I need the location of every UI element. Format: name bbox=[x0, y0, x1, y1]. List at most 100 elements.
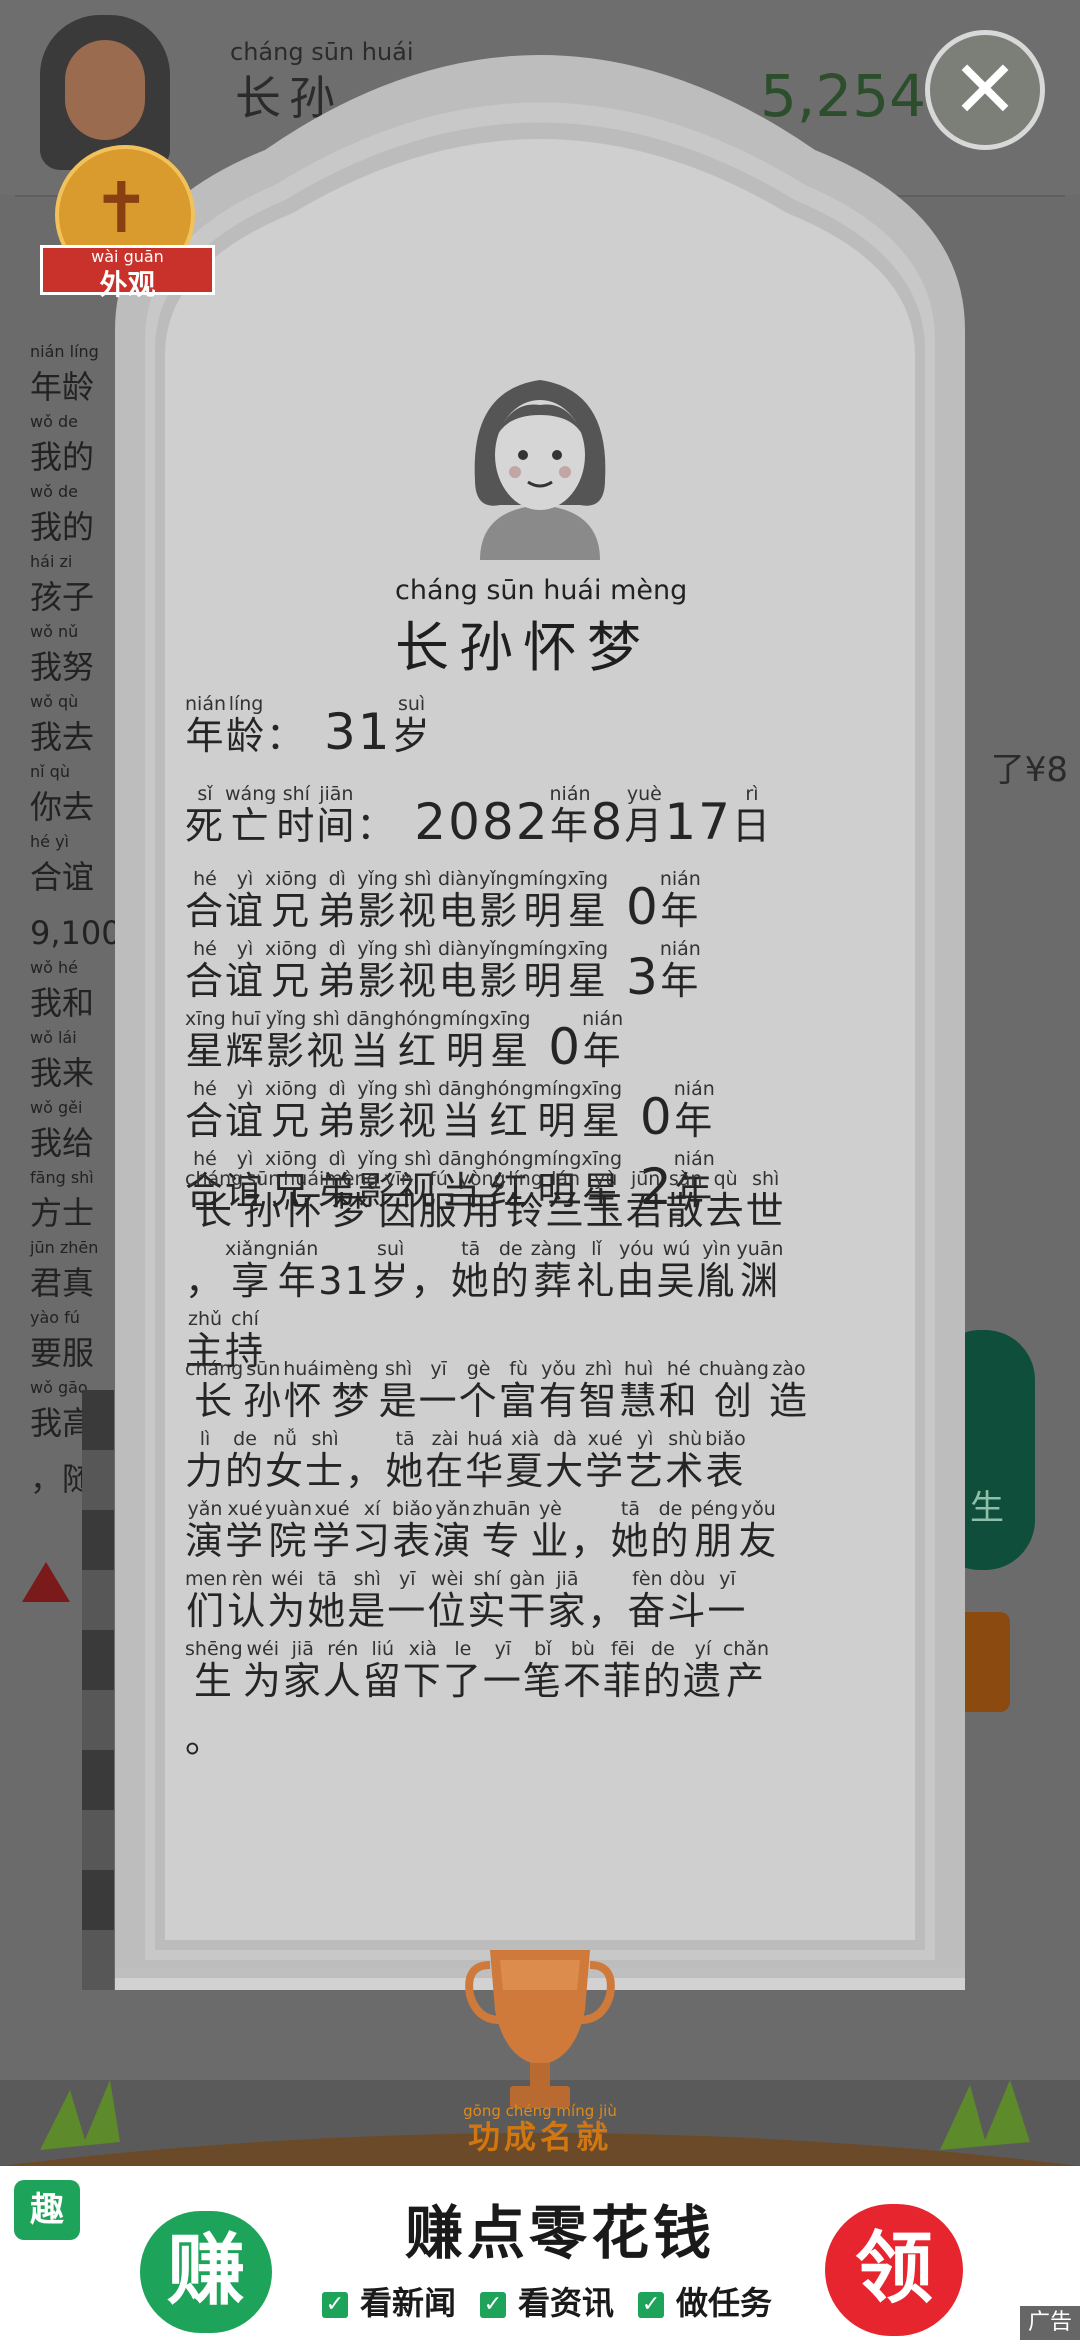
ruby-char: 学xué bbox=[312, 1498, 353, 1563]
ruby-char: 影yǐng bbox=[266, 1008, 307, 1073]
char-text: 当 bbox=[346, 1029, 395, 1073]
char-text: 服 bbox=[418, 1189, 459, 1233]
char-text: 华 bbox=[465, 1449, 506, 1493]
char-pinyin: hóng bbox=[485, 1148, 534, 1170]
char-text: 菲 bbox=[602, 1659, 643, 1703]
ruby-char: 红hóng bbox=[394, 1008, 442, 1073]
ruby-char: 梦mèng bbox=[324, 1168, 378, 1233]
char-pinyin: chǎn bbox=[722, 1638, 770, 1660]
char-text: 世 bbox=[745, 1189, 786, 1233]
char-text: 岁 bbox=[391, 714, 432, 758]
background-log-text: 9,100 bbox=[30, 914, 122, 952]
background-log-text: 君真 bbox=[30, 1264, 95, 1302]
char-pinyin: hé bbox=[185, 868, 226, 890]
char-text: 表 bbox=[705, 1449, 746, 1493]
ruby-char: 明míng bbox=[520, 868, 568, 933]
char-text: 吴 bbox=[656, 1259, 697, 1303]
trophy-label: 功成名就 bbox=[467, 2118, 612, 2156]
char-text: 亡 bbox=[225, 804, 277, 848]
ruby-char: 一yī bbox=[387, 1568, 427, 1633]
char-text: ， bbox=[570, 1519, 611, 1563]
char-text: 下 bbox=[402, 1659, 443, 1703]
ruby-char: 渊yuān bbox=[736, 1238, 783, 1303]
ruby-char: ， bbox=[587, 1589, 627, 1633]
char-text: 学 bbox=[225, 1519, 266, 1563]
char-text: 电 bbox=[437, 959, 479, 1003]
ruby-char: 人rén bbox=[323, 1638, 363, 1703]
char-text: 和 bbox=[658, 1379, 699, 1423]
background-log-text: 合谊 bbox=[30, 858, 95, 896]
char-pinyin: shì bbox=[306, 1008, 347, 1030]
ad-claim-button[interactable]: 领 bbox=[825, 2204, 963, 2336]
char-text: 谊 bbox=[225, 1099, 266, 1143]
char-pinyin: zhì bbox=[578, 1358, 619, 1380]
char-pinyin: hé bbox=[185, 1078, 226, 1100]
char-text: 31 bbox=[318, 1259, 371, 1303]
char-text: 年 bbox=[582, 1029, 624, 1073]
ruby-char: ， bbox=[185, 1259, 225, 1303]
char-text: 礼 bbox=[576, 1259, 617, 1303]
char-text: 一 bbox=[418, 1379, 459, 1423]
char-pinyin: tā bbox=[307, 1568, 348, 1590]
biography-line: 生shēng为wéi家jiā人rén留liú下xià了le一yī笔bǐ不bù菲f… bbox=[185, 1638, 905, 1710]
char-pinyin: gè bbox=[458, 1358, 499, 1380]
ruby-char: 她tā bbox=[385, 1428, 425, 1493]
ruby-char: 兄xiōng bbox=[265, 868, 317, 933]
ruby-char: 当dāng bbox=[438, 1078, 486, 1143]
ruby-char: 干gàn bbox=[507, 1568, 547, 1633]
char-text: 奋 bbox=[627, 1589, 668, 1633]
background-log-text: 我去 bbox=[30, 718, 95, 756]
char-text: 星 bbox=[581, 1099, 623, 1143]
char-text: 年 bbox=[673, 1099, 715, 1143]
char-text: 为 bbox=[242, 1659, 283, 1703]
char-pinyin: chí bbox=[225, 1308, 266, 1330]
char-pinyin: rì bbox=[731, 783, 772, 805]
age-value: 31 bbox=[306, 703, 392, 761]
char-pinyin: yì bbox=[225, 868, 266, 890]
outlook-button[interactable]: ✝ wài guān 外观 bbox=[40, 145, 215, 305]
char-text: 胤 bbox=[696, 1259, 737, 1303]
char-pinyin: wáng bbox=[225, 783, 277, 805]
char-pinyin: yuān bbox=[736, 1238, 784, 1260]
char-pinyin: de bbox=[225, 1428, 266, 1450]
char-pinyin: xià bbox=[505, 1428, 546, 1450]
char-text: 留 bbox=[362, 1659, 403, 1703]
char-text: 影 bbox=[357, 1099, 398, 1143]
close-button[interactable]: ✕ bbox=[925, 30, 1045, 150]
ruby-char: 专zhuān bbox=[473, 1498, 531, 1563]
char-text: 合 bbox=[185, 889, 226, 933]
char-pinyin: jiā bbox=[547, 1568, 588, 1590]
ruby-char: 星xīng bbox=[567, 938, 608, 1003]
char-text: 在 bbox=[425, 1449, 466, 1493]
ruby-char: 表biǎo bbox=[392, 1498, 433, 1563]
ruby-char: 们men bbox=[185, 1568, 227, 1633]
ruby-char: 长cháng bbox=[185, 1358, 243, 1423]
char-pinyin: xīng bbox=[489, 1008, 531, 1030]
char-pinyin: lǐ bbox=[576, 1238, 617, 1260]
ruby-char: 兄xiōng bbox=[265, 1078, 317, 1143]
ruby-char: 明míng bbox=[442, 1008, 490, 1073]
char-pinyin: yǎn bbox=[432, 1498, 473, 1520]
ad-tag: 广告 bbox=[1019, 2306, 1080, 2340]
ruby-char: 怀huái bbox=[283, 1358, 324, 1423]
char-text: 认 bbox=[227, 1589, 268, 1633]
char-text: 孙 bbox=[243, 1379, 284, 1423]
ruby-char: 礼lǐ bbox=[576, 1238, 617, 1303]
char-pinyin: qù bbox=[705, 1168, 746, 1190]
ruby-char: 星xīng bbox=[185, 1008, 226, 1073]
char-text: 士 bbox=[305, 1449, 346, 1493]
char-text: 间 bbox=[316, 804, 357, 848]
char-pinyin: xué bbox=[585, 1428, 626, 1450]
ruby-char: 世shì bbox=[745, 1168, 786, 1233]
char-text: 学 bbox=[312, 1519, 353, 1563]
outlook-label: 外观 bbox=[99, 268, 156, 301]
ad-banner[interactable]: 趣 赚 赚点零花钱 ✓ 看新闻 ✓ 看资讯 ✓ 做任务 领 广告 bbox=[0, 2166, 1080, 2340]
char-text: 个 bbox=[458, 1379, 499, 1423]
char-text: 怀 bbox=[283, 1189, 325, 1233]
ruby-char: 岁suì bbox=[371, 1238, 411, 1303]
char-text: 表 bbox=[392, 1519, 433, 1563]
ruby-char: 演yǎn bbox=[433, 1498, 473, 1563]
char-pinyin: de bbox=[490, 1238, 531, 1260]
background-log-text: 你去 bbox=[30, 788, 95, 826]
ruby-char: 了le bbox=[443, 1638, 483, 1703]
